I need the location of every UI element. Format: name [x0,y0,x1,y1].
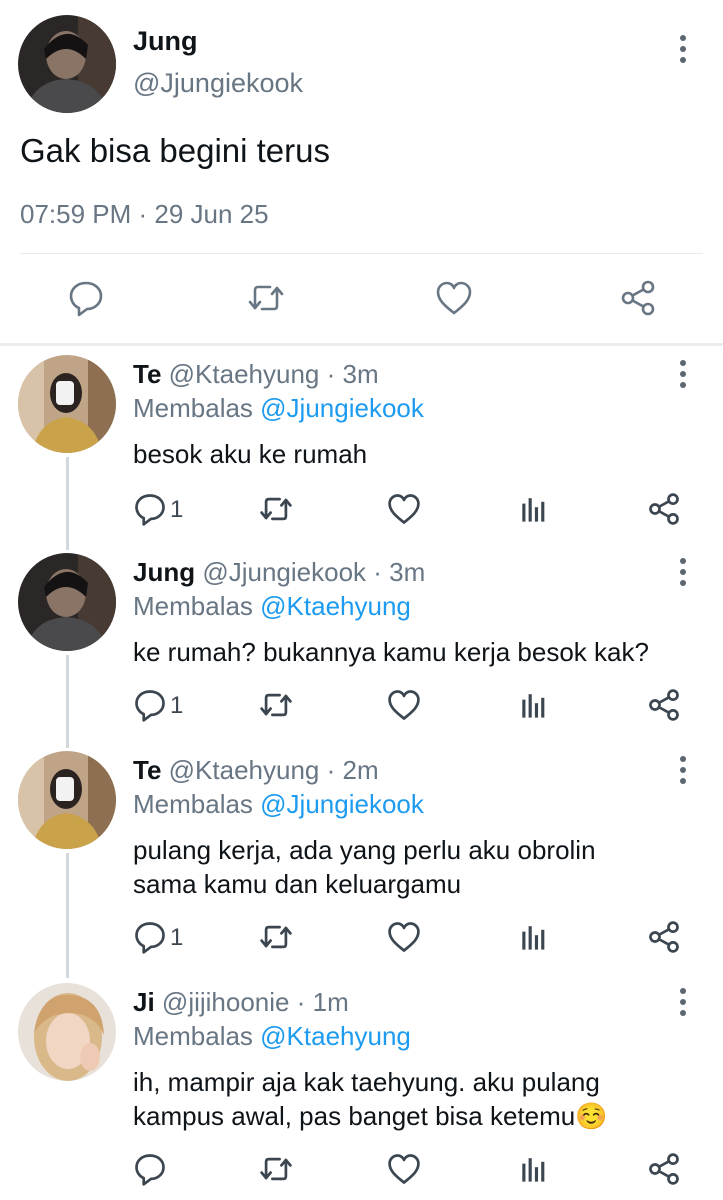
avatar-te[interactable] [18,751,116,849]
reply-icon[interactable] [132,491,168,527]
more-options-icon[interactable] [670,357,696,391]
reply-icon[interactable] [132,1151,168,1187]
more-options-icon[interactable] [670,985,696,1019]
like-icon[interactable] [386,491,422,527]
replying-to-link[interactable]: @Ktaehyung [260,1021,411,1051]
reply-count: 1 [170,924,184,951]
retweet-icon[interactable] [258,919,294,955]
reply-meta[interactable]: @Jjungiekook · 3m [202,557,425,587]
like-icon[interactable] [386,1151,422,1187]
retweet-icon[interactable] [258,491,294,527]
replying-to-link[interactable]: @Ktaehyung [260,591,411,621]
reply-tweet[interactable]: Te @Ktaehyung · 3m Membalas @Jjungiekook… [0,355,723,535]
reply-meta[interactable]: @Ktaehyung · 3m [169,359,379,389]
reply-meta[interactable]: @Ktaehyung · 2m [169,755,379,785]
like-icon[interactable] [386,919,422,955]
divider [20,253,703,254]
reply-tweet[interactable]: Jung @Jjungiekook · 3m Membalas @Ktaehyu… [0,553,723,733]
section-separator [0,343,723,346]
main-tweet: Jung @Jjungiekook Gak bisa begini terus … [0,0,723,346]
tweet-text: Gak bisa begini terus [20,132,331,169]
reply-tweet[interactable]: Te @Ktaehyung · 2m Membalas @Jjungiekook… [0,751,723,966]
like-icon[interactable] [434,278,474,318]
replying-label: Membalas [133,591,261,621]
reply-count: 1 [170,692,184,719]
more-options-icon[interactable] [670,555,696,589]
reply-icon[interactable] [132,687,168,723]
author-handle[interactable]: @Jjungiekook [133,68,303,99]
avatar-jung[interactable] [18,553,116,651]
replying-to-link[interactable]: @Jjungiekook [260,789,424,819]
replying-label: Membalas [133,1021,261,1051]
reply-text: ke rumah? bukannya kamu kerja besok kak? [133,637,649,667]
reply-icon[interactable] [132,919,168,955]
analytics-icon[interactable] [516,687,552,723]
more-options-icon[interactable] [670,32,696,66]
analytics-icon[interactable] [516,491,552,527]
replying-to-link[interactable]: @Jjungiekook [260,393,424,423]
reply-icon[interactable] [66,278,106,318]
analytics-icon[interactable] [516,919,552,955]
share-icon[interactable] [646,687,682,723]
share-icon[interactable] [618,278,658,318]
replying-label: Membalas [133,789,261,819]
retweet-icon[interactable] [246,278,286,318]
reply-count: 1 [170,496,184,523]
reply-text: pulang kerja, ada yang perlu aku obrolin… [133,835,596,899]
like-icon[interactable] [386,687,422,723]
retweet-icon[interactable] [258,687,294,723]
reply-author-name[interactable]: Te [133,755,161,785]
reply-author-name[interactable]: Ji [133,987,155,1017]
more-options-icon[interactable] [670,753,696,787]
analytics-icon[interactable] [516,1151,552,1187]
reply-meta[interactable]: @jijihoonie · 1m [162,987,349,1017]
reply-text: besok aku ke rumah [133,439,368,469]
avatar-te[interactable] [18,355,116,453]
author-name[interactable]: Jung [133,26,198,57]
avatar-ji[interactable] [18,983,116,1081]
retweet-icon[interactable] [258,1151,294,1187]
share-icon[interactable] [646,919,682,955]
reply-text: ih, mampir aja kak taehyung. aku pulang … [133,1067,608,1131]
reply-author-name[interactable]: Te [133,359,161,389]
tweet-timestamp[interactable]: 07:59 PM · 29 Jun 25 [20,199,269,230]
replying-label: Membalas [133,393,261,423]
avatar-jung[interactable] [18,15,116,113]
share-icon[interactable] [646,491,682,527]
share-icon[interactable] [646,1151,682,1187]
reply-tweet[interactable]: Ji @jijihoonie · 1m Membalas @Ktaehyung … [0,983,723,1198]
reply-author-name[interactable]: Jung [133,557,195,587]
